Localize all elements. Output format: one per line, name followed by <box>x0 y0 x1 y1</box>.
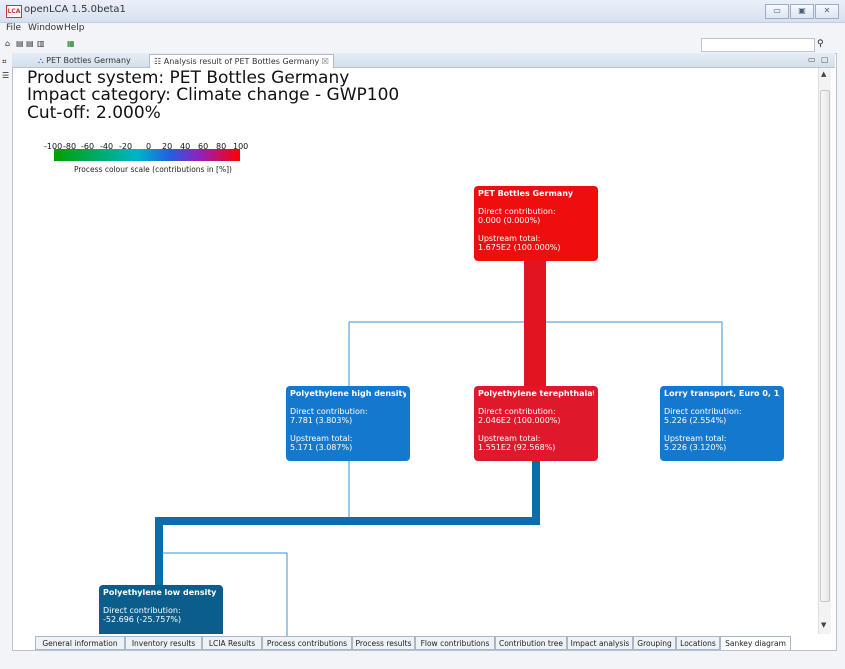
scrollbar-thumb[interactable] <box>820 90 830 602</box>
sankey-links <box>155 260 723 640</box>
node-polyethylene-low-density[interactable]: Polyethylene low density gr... Direct co… <box>99 585 223 634</box>
tab-locations[interactable]: Locations <box>676 636 720 650</box>
tab-impact-analysis[interactable]: Impact analysis <box>567 636 633 650</box>
tab-general-information[interactable]: General information <box>35 636 125 650</box>
node-direct-label: Direct contribution: <box>103 606 181 615</box>
link-to-pet-terephthalate <box>524 260 546 387</box>
tab-contribution-tree[interactable]: Contribution tree <box>495 636 567 650</box>
node-title: Lorry transport, Euro 0, 1,... <box>664 389 780 398</box>
node-title: Polyethylene terephthalate ... <box>478 389 594 398</box>
node-direct-value: 7.781 (3.803%) <box>290 416 353 425</box>
node-lorry-transport[interactable]: Lorry transport, Euro 0, 1,... Direct co… <box>660 386 784 461</box>
node-upstream-value: 1.551E2 (92.568%) <box>478 443 556 452</box>
node-direct-label: Direct contribution: <box>478 207 556 216</box>
tab-sankey-diagram[interactable]: Sankey diagram <box>720 636 791 650</box>
node-upstream-value: 5.171 (3.087%) <box>290 443 353 452</box>
node-title: Polyethylene low density gr... <box>103 588 219 597</box>
link-to-ldpe <box>155 460 540 585</box>
tab-process-results[interactable]: Process results <box>352 636 415 650</box>
node-title: PET Bottles Germany <box>478 189 574 198</box>
node-polyethylene-high-density[interactable]: Polyethylene high density g... Direct co… <box>286 386 410 461</box>
node-direct-value: 2.046E2 (100.000%) <box>478 416 561 425</box>
node-direct-value: 5.226 (2.554%) <box>664 416 727 425</box>
tab-lcia-results[interactable]: LCIA Results <box>202 636 262 650</box>
node-upstream-value: 1.675E2 (100.000%) <box>478 243 561 252</box>
node-pet-bottles-germany[interactable]: PET Bottles Germany Direct contribution:… <box>474 186 598 261</box>
node-polyethylene-terephthalate[interactable]: Polyethylene terephthalate ... Direct co… <box>474 386 598 461</box>
node-upstream-label: Upstream total: <box>664 434 727 443</box>
tab-inventory-results[interactable]: Inventory results <box>125 636 202 650</box>
scroll-up-icon[interactable]: ▲ <box>821 70 826 78</box>
node-direct-label: Direct contribution: <box>664 407 742 416</box>
node-direct-label: Direct contribution: <box>478 407 556 416</box>
node-direct-value: -52.696 (-25.757%) <box>103 615 182 624</box>
node-direct-value: 0.000 (0.000%) <box>478 216 541 225</box>
tab-process-contributions[interactable]: Process contributions <box>262 636 352 650</box>
tab-flow-contributions[interactable]: Flow contributions <box>415 636 495 650</box>
node-title: Polyethylene high density g... <box>290 389 406 398</box>
node-direct-label: Direct contribution: <box>290 407 368 416</box>
node-upstream-label: Upstream total: <box>478 234 541 243</box>
scroll-down-icon[interactable]: ▼ <box>821 621 826 629</box>
node-upstream-label: Upstream total: <box>478 434 541 443</box>
node-upstream-label: Upstream total: <box>290 434 353 443</box>
tab-grouping[interactable]: Grouping <box>633 636 676 650</box>
node-upstream-value: 5.226 (3.120%) <box>664 443 727 452</box>
